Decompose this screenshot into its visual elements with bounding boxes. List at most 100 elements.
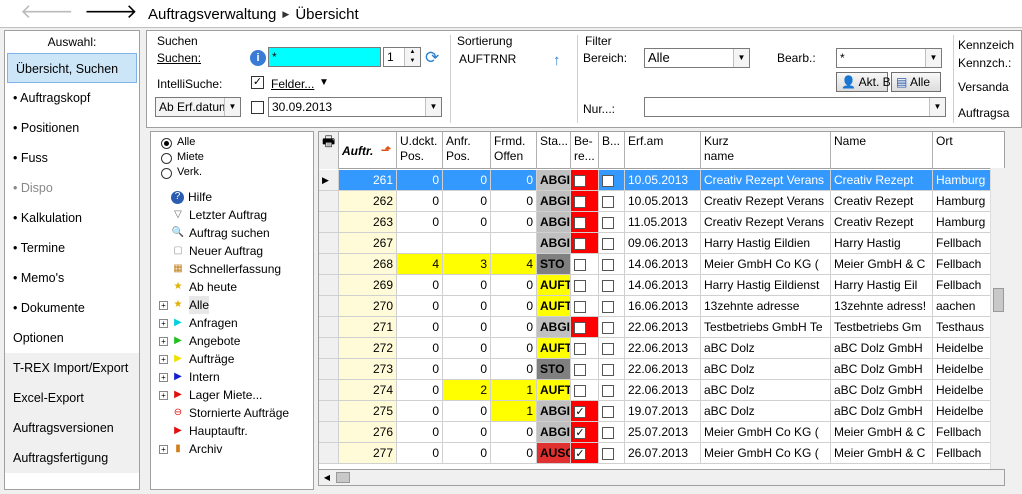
table-row[interactable]: 275 0 0 1 ABGI ✓ 19.07.2013 aBC Dolz aBC Dolz Gm… bbox=[319, 401, 1004, 422]
tree-node[interactable]: ? Hilfe bbox=[171, 188, 212, 206]
tree-node[interactable]: + ▶ Anfragen bbox=[159, 314, 238, 332]
filter-radio[interactable] bbox=[161, 168, 172, 179]
vertical-scrollbar[interactable] bbox=[990, 168, 1006, 470]
row-checkbox[interactable] bbox=[574, 237, 586, 250]
sidebar-item[interactable]: • Positionen bbox=[5, 113, 139, 143]
row-checkbox[interactable] bbox=[602, 447, 614, 460]
felder-dropdown[interactable]: Felder... bbox=[271, 77, 314, 91]
scroll-left-icon[interactable]: ◀ bbox=[319, 470, 335, 485]
table-row[interactable]: 271 0 0 0 ABGI 22.06.2013 Testbetriebs GmbH Te… bbox=[319, 317, 1004, 338]
table-row[interactable]: 274 0 2 1 AUFT 22.06.2013 aBC Dolz aBC Dolz Gmb… bbox=[319, 380, 1004, 401]
felder-checkbox[interactable]: ✓ bbox=[251, 76, 264, 89]
sidebar-item[interactable]: Auftragsfertigung bbox=[5, 443, 139, 473]
search-input[interactable]: * bbox=[268, 47, 381, 67]
column-header[interactable]: Sta... bbox=[537, 132, 571, 169]
row-checkbox[interactable] bbox=[574, 384, 586, 397]
nur-select[interactable]: ▼ bbox=[644, 97, 946, 117]
row-checkbox[interactable] bbox=[574, 300, 586, 313]
table-row[interactable]: 263 0 0 0 ABGI 11.05.2013 Creativ Rezept Veran… bbox=[319, 212, 1004, 233]
sidebar-item[interactable]: Optionen bbox=[5, 323, 139, 353]
column-header[interactable]: Anfr. Pos. bbox=[443, 132, 491, 169]
scroll-thumb[interactable] bbox=[993, 288, 1004, 312]
row-checkbox[interactable] bbox=[602, 405, 614, 418]
forward-arrow-icon[interactable]: 🡒 bbox=[84, 2, 138, 24]
tree-node[interactable]: + ▶ Intern bbox=[159, 368, 220, 386]
row-checkbox[interactable] bbox=[602, 174, 614, 187]
refresh-icon[interactable]: ⟳ bbox=[425, 48, 439, 68]
table-row[interactable]: 273 0 0 0 STO 22.06.2013 aBC Dolz aBC Dolz GmbH… bbox=[319, 359, 1004, 380]
expand-icon[interactable]: + bbox=[159, 444, 168, 454]
expand-icon[interactable]: + bbox=[159, 300, 168, 310]
column-header[interactable]: B... bbox=[599, 132, 625, 169]
tree-node[interactable]: ▢ Neuer Auftrag bbox=[171, 242, 263, 260]
row-checkbox[interactable] bbox=[602, 363, 614, 376]
row-checkbox[interactable] bbox=[574, 342, 586, 355]
info-icon[interactable]: i bbox=[250, 50, 266, 66]
row-checkbox[interactable] bbox=[574, 279, 586, 292]
row-checkbox[interactable] bbox=[602, 426, 614, 439]
search-count-stepper[interactable]: 1 ▲ ▼ bbox=[383, 47, 421, 67]
column-header[interactable]: Frmd. Offen bbox=[491, 132, 537, 169]
sidebar-item[interactable]: Excel-Export bbox=[5, 383, 139, 413]
sidebar-item[interactable]: • Termine bbox=[5, 233, 139, 263]
table-row[interactable]: 267 ABGI 09.06.2013 Harry Hastig Eildien Har… bbox=[319, 233, 1004, 254]
column-header[interactable]: U.dckt. Pos. bbox=[397, 132, 443, 169]
sort-ascending-arrow-icon[interactable]: ↑ bbox=[553, 52, 561, 69]
expand-icon[interactable]: + bbox=[159, 390, 168, 400]
expand-icon[interactable]: + bbox=[159, 336, 168, 346]
row-checkbox[interactable] bbox=[574, 258, 586, 271]
table-row[interactable]: 262 0 0 0 ABGI 10.05.2013 Creativ Rezept Veran… bbox=[319, 191, 1004, 212]
sidebar-item[interactable]: • Kalkulation bbox=[5, 203, 139, 233]
tree-node[interactable]: ▽ Letzter Auftrag bbox=[171, 206, 267, 224]
row-checkbox[interactable] bbox=[574, 174, 586, 187]
sidebar-item[interactable]: Auftragsversionen bbox=[5, 413, 139, 443]
scroll-thumb[interactable] bbox=[336, 472, 350, 483]
date-mode-select[interactable]: Ab Erf.datum ▼ bbox=[155, 97, 241, 117]
row-checkbox[interactable]: ✓ bbox=[574, 426, 586, 439]
row-checkbox[interactable] bbox=[602, 237, 614, 250]
date-input[interactable]: 30.09.2013 ▼ bbox=[268, 97, 442, 117]
akt-b-button[interactable]: 👤 Akt. B bbox=[836, 72, 891, 92]
expand-icon[interactable]: + bbox=[159, 354, 168, 364]
row-checkbox[interactable]: ✓ bbox=[574, 447, 586, 460]
table-row[interactable]: 270 0 0 0 AUFT 16.06.2013 13zehnte adresse 13ze… bbox=[319, 296, 1004, 317]
column-header[interactable]: Ort bbox=[933, 132, 1004, 169]
table-row[interactable]: 268 4 3 4 STO 14.06.2013 Meier GmbH Co KG (Mei… bbox=[319, 254, 1004, 275]
column-header[interactable]: Erf.am bbox=[625, 132, 701, 169]
sort-value[interactable]: AUFTRNR bbox=[459, 52, 516, 66]
tree-node[interactable]: 🔍 Auftrag suchen bbox=[171, 224, 270, 242]
sidebar-item[interactable]: Übersicht, Suchen bbox=[7, 53, 137, 83]
row-checkbox[interactable] bbox=[574, 216, 586, 229]
bereich-select[interactable]: Alle ▼ bbox=[644, 48, 750, 68]
breadcrumb-item[interactable]: Auftragsverwaltung bbox=[148, 6, 276, 23]
table-row[interactable]: ▶ 261 0 0 0 ABGI 10.05.2013 Creativ Rezept Vera… bbox=[319, 170, 1004, 191]
row-checkbox[interactable] bbox=[574, 321, 586, 334]
column-header[interactable]: Kurz name bbox=[701, 132, 831, 169]
row-checkbox[interactable] bbox=[602, 384, 614, 397]
tree-node[interactable]: ⊖ Stornierte Aufträge bbox=[171, 404, 289, 422]
row-checkbox[interactable] bbox=[602, 300, 614, 313]
tree-node[interactable]: ▶ Hauptauftr. bbox=[171, 422, 248, 440]
filter-radio[interactable] bbox=[161, 138, 172, 149]
table-row[interactable]: 277 0 0 0 AUSC ✓ 26.07.2013 Meier GmbH Co KG (M… bbox=[319, 443, 1004, 464]
table-row[interactable]: 272 0 0 0 AUFT 22.06.2013 aBC Dolz aBC Dolz Gmb… bbox=[319, 338, 1004, 359]
horizontal-scrollbar[interactable]: ◀ bbox=[318, 469, 1005, 486]
expand-icon[interactable]: + bbox=[159, 318, 168, 328]
row-checkbox[interactable] bbox=[602, 258, 614, 271]
tree-node[interactable]: + ▮ Archiv bbox=[159, 440, 222, 458]
row-checkbox[interactable] bbox=[574, 195, 586, 208]
caret-down-icon[interactable]: ▼ bbox=[319, 77, 329, 88]
row-checkbox[interactable] bbox=[574, 363, 586, 376]
tree-node[interactable]: + ▶ Lager Miete... bbox=[159, 386, 262, 404]
date-checkbox[interactable] bbox=[251, 101, 264, 114]
sidebar-item[interactable]: • Auftragskopf bbox=[5, 83, 139, 113]
sidebar-item[interactable]: • Dokumente bbox=[5, 293, 139, 323]
tree-node[interactable]: + ★ Alle bbox=[159, 296, 210, 314]
table-row[interactable]: 269 0 0 0 AUFT 14.06.2013 Harry Hastig Eildien… bbox=[319, 275, 1004, 296]
tree-node[interactable]: + ▶ Aufträge bbox=[159, 350, 234, 368]
tree-node[interactable]: ▦ Schnellerfassung bbox=[171, 260, 281, 278]
sidebar-item[interactable]: • Memo's bbox=[5, 263, 139, 293]
alle-button[interactable]: ▤ Alle bbox=[891, 72, 941, 92]
tree-node[interactable]: + ▶ Angebote bbox=[159, 332, 240, 350]
filter-radio[interactable] bbox=[161, 153, 172, 164]
